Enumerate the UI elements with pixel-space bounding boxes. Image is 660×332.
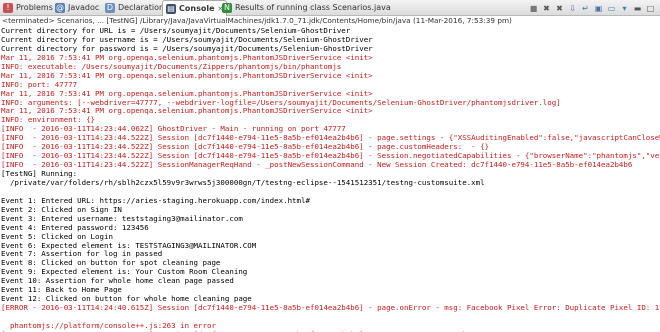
tab-javadoc[interactable]: @ Javadoc [55,0,99,16]
console-icon: ▤ [166,3,176,14]
tab-testng-results-label: Results of running class Scenarios.java [235,3,391,12]
console-line: Event 10: Assertion for whole home clean… [1,277,234,286]
console-line: INFO: executable: /Users/soumyajit/Docum… [1,62,342,71]
display-console-icon[interactable]: ▭ [606,3,617,14]
console-line: Event 12: Clicked on button for whole ho… [1,295,252,304]
console-line: Event 11: Back to Home Page [1,286,122,295]
console-line: Event 5: Clicked on Login [1,232,113,241]
console-line: [INFO - 2016-03-11T14:23:44.522Z] Sessio… [1,143,490,152]
console-line: /private/var/folders/rh/sblh2czx5l59v9r3… [1,178,485,187]
declaration-icon: D [105,3,115,13]
console-line: Event 1: Entered URL: https://aries-stag… [1,196,310,205]
pin-console-icon[interactable]: ▣ [593,3,604,14]
remove-launch-icon[interactable]: ✖ [541,3,552,14]
maximize-icon[interactable]: □ [645,3,656,14]
console-line: Mar 11, 2016 7:53:41 PM org.openqa.selen… [1,71,373,80]
console-line: Event 4: Entered password: 123456 [1,223,149,232]
console-line: Event 7: Assertion for log in passed [1,250,163,259]
open-console-icon[interactable]: ▾ [619,3,630,14]
tab-testng-results[interactable]: N Results of running class Scenarios.jav… [222,0,391,16]
tab-console[interactable]: ▤ Console ✕ [162,0,228,16]
scroll-lock-icon[interactable]: ⇩ [567,3,578,14]
console-line: Mar 11, 2016 7:53:41 PM org.openqa.selen… [1,107,373,116]
console-line: Current directory for username is = /Use… [1,35,373,44]
console-line: phantomjs://platform/console++.js:263 in… [1,321,216,330]
console-line: [INFO - 2016-03-11T14:23:44.062Z] GhostD… [1,125,346,134]
console-output[interactable]: Current directory for URL is = /Users/so… [0,27,660,332]
console-toolbar: ■ ✖ ✖ ⇩ ↵ ▣ ▭ ▾ ▬ □ [528,2,656,14]
word-wrap-icon[interactable]: ↵ [580,3,591,14]
console-line: Mar 11, 2016 7:53:41 PM org.openqa.selen… [1,89,373,98]
tab-declaration[interactable]: D Declaration [105,0,164,16]
tab-declaration-label: Declaration [118,3,165,12]
console-line: Current directory for URL is = /Users/so… [1,27,351,35]
console-line: [INFO - 2016-03-11T14:23:44.522Z] Sessio… [1,152,660,161]
testng-icon: N [222,3,232,13]
tab-problems-label: Problems [16,3,53,12]
console-line: Mar 11, 2016 7:53:41 PM org.openqa.selen… [1,53,373,62]
tab-javadoc-label: Javadoc [68,3,100,12]
console-line: INFO: arguments: [--webdriver=47777, --w… [1,98,561,107]
problems-icon: ! [3,3,13,13]
console-line: Current directory for password is = /Use… [1,44,373,53]
console-launch-header: <terminated> Scenarios, ... [TestNG] /Li… [2,16,512,25]
minimize-icon[interactable]: ▬ [632,3,643,14]
console-line: [TestNG] Running: [1,170,78,178]
console-line: INFO: environment: {} [1,116,96,125]
console-line: INFO: port: 47777 [1,80,78,89]
tab-problems[interactable]: ! Problems [3,0,53,16]
console-line: Event 9: Expected element is: Your Custo… [1,268,248,277]
console-line: Event 6: Expected element is: TESTSTAGIN… [1,241,257,250]
remove-all-icon[interactable]: ✖ [554,3,565,14]
console-line: [INFO - 2016-03-11T14:23:44.522Z] Sessio… [1,161,633,170]
console-line: [INFO - 2016-03-11T14:23:44.522Z] Sessio… [1,134,660,143]
console-line: Event 2: Clicked on Sign IN [1,205,122,214]
tab-console-label: Console [179,3,215,13]
console-line: Event 8: Clicked on button for spot clea… [1,259,221,268]
console-line: Event 3: Entered username: teststaging3@… [1,214,243,223]
console-line: [ERROR - 2016-03-11T14:24:40.615Z] Sessi… [1,304,660,313]
clear-console-icon[interactable]: ■ [528,3,539,14]
javadoc-icon: @ [55,3,65,13]
view-tab-bar: ! Problems @ Javadoc D Declaration ▤ Con… [0,0,660,16]
